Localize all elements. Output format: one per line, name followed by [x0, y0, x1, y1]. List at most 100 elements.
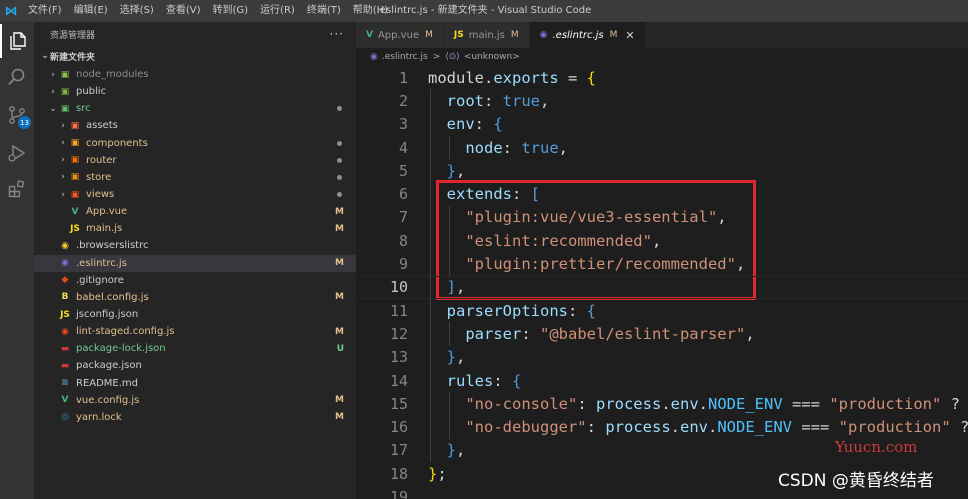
tree-item[interactable]: › ▣ store — [34, 169, 356, 186]
code-token: , — [717, 208, 727, 227]
code-token: "production" — [838, 418, 951, 437]
tree-item[interactable]: JS main.js M — [34, 220, 356, 237]
tree-item[interactable]: ◉ .browserslistrc — [34, 237, 356, 254]
tree-item-label: App.vue — [86, 206, 128, 218]
tree-item-label: package-lock.json — [76, 343, 166, 355]
tree-item-label: assets — [86, 120, 118, 132]
tab-label: main.js — [468, 29, 505, 41]
code-token: : — [577, 394, 596, 413]
tree-item[interactable]: › ▣ public — [34, 83, 356, 100]
tree-item[interactable]: Vvue.config.js M — [34, 392, 356, 409]
file-icon: V — [71, 206, 79, 217]
code-token: ? — [950, 418, 968, 437]
code-token: } — [428, 464, 438, 483]
code-token: : — [493, 371, 512, 390]
code-text: parser: "@babel/eslint-parser", — [428, 324, 755, 343]
line-number: 17 — [389, 441, 408, 460]
code-token: , — [540, 91, 550, 110]
files-icon — [10, 32, 26, 50]
line-number: 18 — [389, 464, 408, 483]
code-line: 16 "no-debugger": process.env.NODE_ENV =… — [356, 416, 968, 439]
chevron-right-icon: › — [61, 172, 65, 183]
run-debug-icon — [8, 144, 26, 162]
menu-item[interactable]: 运行(R) — [254, 0, 301, 22]
breadcrumb-symbol[interactable]: <unknown> — [464, 52, 520, 62]
run-debug-button[interactable] — [0, 136, 34, 170]
menu-item[interactable]: 编辑(E) — [68, 0, 114, 22]
code-token: , — [558, 138, 568, 157]
code-token: process — [595, 394, 662, 413]
tree-item[interactable]: Bbabel.config.js M — [34, 289, 356, 306]
tree-item[interactable]: › ▣ views — [34, 186, 356, 203]
workspace-folder[interactable]: ⌄ 新建文件夹 — [34, 46, 356, 66]
explorer-button[interactable] — [0, 24, 34, 58]
tree-item[interactable]: › ▣ components — [34, 135, 356, 152]
explorer-sidebar: 资源管理器 ··· ⌄ 新建文件夹 › ▣ node_modules › ▣ public… — [34, 22, 356, 499]
tree-item[interactable]: JS jsconfig.json — [34, 306, 356, 323]
line-number: 3 — [398, 115, 408, 134]
tree-item[interactable]: ◉ lint-staged.config.js M — [34, 323, 356, 340]
tree-item[interactable]: › ▣ router — [34, 152, 356, 169]
code-token: ? — [941, 394, 960, 413]
code-text: node: true, — [428, 139, 568, 157]
tree-item[interactable]: ▬ package-lock.json U — [34, 340, 356, 357]
tree-item[interactable]: ◉ .eslintrc.js M — [34, 254, 356, 272]
code-token: process — [605, 418, 671, 437]
code-token: , — [456, 348, 466, 367]
tree-item[interactable]: ◆ .gitignore — [34, 272, 356, 289]
modified-dot-icon — [337, 192, 342, 198]
tree-item[interactable]: ⌄ ▣ src — [34, 100, 356, 117]
menu-item[interactable]: 转到(G) — [207, 0, 255, 22]
more-actions-icon[interactable]: ··· — [330, 27, 344, 41]
menu-item[interactable]: 选择(S) — [114, 0, 160, 22]
file-icon: V — [61, 395, 69, 406]
menu-item[interactable]: 查看(V) — [160, 0, 207, 22]
tree-item[interactable]: ◎ yarn.lock M — [34, 409, 356, 426]
chevron-down-icon: ⌄ — [49, 103, 57, 114]
code-token: === — [792, 418, 839, 437]
tree-item-label: node_modules — [76, 69, 149, 81]
activity-bar: 13 — [0, 22, 34, 499]
scm-count-badge: 13 — [18, 116, 31, 129]
extensions-icon — [8, 180, 25, 198]
breadcrumb-file[interactable]: .eslintrc.js — [382, 52, 428, 62]
file-icon: JS — [60, 309, 70, 320]
code-editor[interactable]: 1 module.exports = {2 root: true, 3 env: {… — [356, 66, 968, 499]
code-token: parserOptions — [428, 301, 568, 320]
editor-tab[interactable]: JS main.js M — [443, 22, 530, 48]
line-number: 2 — [398, 91, 408, 110]
file-icon: ◉ — [61, 258, 69, 269]
git-status-badge: M — [335, 395, 344, 406]
code-token: . — [484, 68, 494, 87]
explorer-header: 资源管理器 ··· — [34, 22, 356, 46]
menu-item[interactable]: 帮助(H) — [347, 0, 394, 22]
source-control-button[interactable]: 13 — [0, 98, 34, 132]
tree-item[interactable]: ▬ package.json — [34, 357, 356, 374]
code-text: "plugin:vue/vue3-essential", — [428, 208, 727, 227]
code-line: 1 module.exports = { — [356, 66, 596, 89]
git-status-badge: M — [335, 258, 344, 269]
editor-tab[interactable]: ◉ .eslintrc.js M ✕ — [529, 22, 646, 48]
code-token: , — [456, 278, 466, 297]
code-token: : — [474, 115, 494, 134]
menu-item[interactable]: 文件(F) — [22, 0, 68, 22]
extensions-button[interactable] — [0, 172, 34, 206]
menu-item[interactable]: 终端(T) — [301, 0, 347, 22]
close-icon[interactable]: ✕ — [625, 29, 634, 42]
tree-item[interactable]: ≡ README.md — [34, 375, 356, 392]
folder-icon: ▣ — [70, 189, 80, 200]
tree-item[interactable]: › ▣ assets — [34, 117, 356, 134]
code-line: 4 node: true, — [356, 136, 568, 159]
tree-item[interactable]: V App.vue M — [34, 203, 356, 220]
tree-item[interactable]: › ▣ node_modules — [34, 66, 356, 83]
code-token: } — [446, 161, 457, 180]
tree-item-label: README.md — [76, 377, 139, 389]
code-token: { — [586, 301, 596, 320]
code-token: , — [745, 324, 755, 343]
chevron-right-icon: › — [61, 155, 65, 166]
editor-tab[interactable]: V App.vue M — [356, 22, 444, 48]
search-button[interactable] — [0, 60, 34, 94]
tab-status: M — [609, 30, 618, 40]
